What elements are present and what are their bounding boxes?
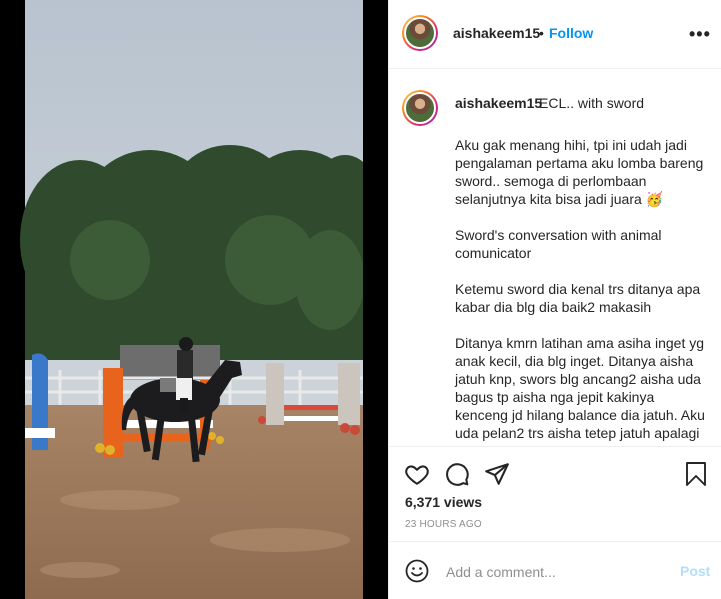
smiley-icon[interactable] <box>405 559 429 588</box>
post-timestamp[interactable]: 23 HOURS AGO <box>405 519 482 530</box>
action-bar: 6,371 views 23 HOURS AGO <box>389 446 721 541</box>
caption-paragraph: Aku gak menang hihi, tpi ini udah jadi p… <box>455 137 704 207</box>
separator-dot: • <box>539 25 544 41</box>
views-count[interactable]: 6,371 views <box>405 494 482 510</box>
caption-paragraph: Ketemu sword dia kenal trs ditanya apa k… <box>455 281 701 315</box>
post-header: aishakeem15 • Follow ••• <box>389 0 721 69</box>
comment-bar: Post <box>389 541 721 599</box>
post-video[interactable] <box>0 0 388 599</box>
caption-section[interactable]: aishakeem15 ECL.. with sword Aku gak men… <box>389 70 721 446</box>
follow-button[interactable]: Follow <box>549 25 593 41</box>
comment-input[interactable] <box>444 560 668 584</box>
paper-plane-icon[interactable] <box>484 461 510 492</box>
heart-icon[interactable] <box>404 461 430 492</box>
caption-body: Aku gak menang hihi, tpi ini udah jadi p… <box>455 136 705 446</box>
more-options-button[interactable]: ••• <box>689 24 711 45</box>
avatar[interactable] <box>402 15 438 51</box>
caption-paragraph: Sword's conversation with animal comunic… <box>455 227 662 261</box>
username-link[interactable]: aishakeem15 <box>453 25 540 41</box>
post-side-panel: aishakeem15 • Follow ••• aishakeem15 ECL… <box>388 0 721 599</box>
video-frame <box>0 0 388 599</box>
caption-avatar[interactable] <box>402 90 438 126</box>
bookmark-icon[interactable] <box>684 461 708 492</box>
post-comment-button[interactable]: Post <box>680 563 710 579</box>
caption-first-line: ECL.. with sword <box>539 95 645 111</box>
caption-username-link[interactable]: aishakeem15 <box>455 95 542 111</box>
caption-paragraph: Ditanya kmrn latihan ama asiha inget yg … <box>455 335 705 446</box>
comment-bubble-icon[interactable] <box>444 461 470 492</box>
